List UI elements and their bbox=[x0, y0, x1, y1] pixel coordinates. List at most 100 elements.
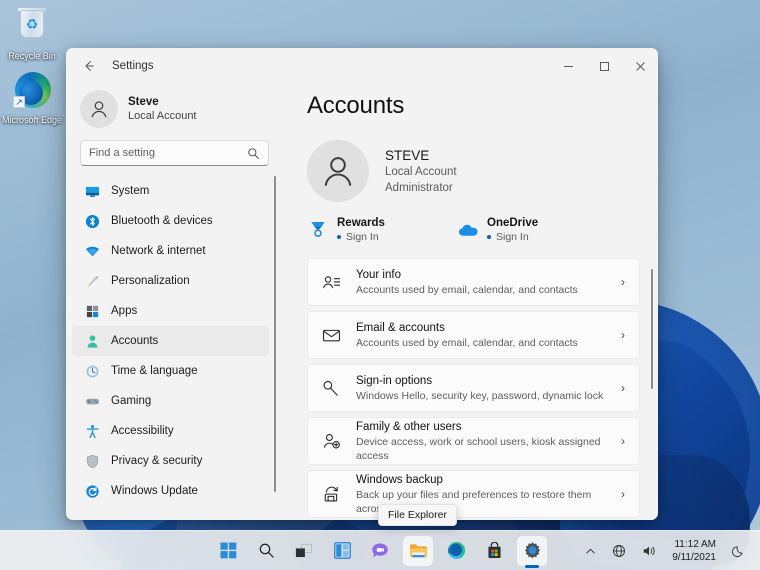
window-body: Steve Local Account Find a setting Syste… bbox=[66, 84, 658, 520]
sidebar-item-accounts[interactable]: Accounts bbox=[72, 326, 269, 356]
moon-icon bbox=[732, 546, 743, 557]
clock-time: 11:12 AM bbox=[674, 539, 716, 550]
chat-button[interactable] bbox=[365, 536, 395, 566]
volume-button[interactable] bbox=[638, 541, 660, 561]
content-scrollbar[interactable] bbox=[651, 269, 653, 389]
arrow-left-icon bbox=[85, 61, 94, 71]
chevron-right-icon: › bbox=[621, 328, 625, 342]
settings-cards: Your info Accounts used by email, calend… bbox=[307, 258, 640, 518]
bluetooth-icon bbox=[84, 213, 100, 229]
accounts-person-icon bbox=[84, 333, 100, 349]
file-explorer-button[interactable] bbox=[403, 535, 433, 566]
edge-icon bbox=[447, 541, 465, 560]
recycle-bin-icon: ♻ bbox=[1, 6, 63, 50]
search-icon bbox=[259, 543, 274, 558]
service-rewards[interactable]: Rewards Sign In bbox=[307, 216, 457, 244]
account-name: STEVE bbox=[385, 147, 430, 163]
service-title: Rewards bbox=[337, 217, 385, 229]
person-icon bbox=[307, 140, 369, 202]
settings-button[interactable] bbox=[517, 535, 547, 566]
card-sign-in-options[interactable]: Sign-in options Windows Hello, security … bbox=[307, 364, 640, 412]
sidebar-item-label: Accounts bbox=[111, 335, 159, 347]
service-action[interactable]: Sign In bbox=[337, 230, 385, 244]
search-container bbox=[72, 138, 279, 176]
widgets-button[interactable] bbox=[327, 536, 357, 566]
desktop-icon-label: Microsoft Edge bbox=[1, 115, 63, 125]
store-button[interactable] bbox=[479, 536, 509, 566]
search-button[interactable] bbox=[251, 536, 281, 566]
start-button[interactable] bbox=[213, 536, 243, 566]
sidebar-item-accessibility[interactable]: Accessibility bbox=[72, 416, 269, 446]
envelope-icon bbox=[320, 324, 342, 346]
sidebar-item-network-internet[interactable]: Network & internet bbox=[72, 236, 269, 266]
sidebar-item-gaming[interactable]: Gaming bbox=[72, 386, 269, 416]
avatar[interactable] bbox=[307, 140, 369, 202]
speaker-icon bbox=[644, 546, 655, 556]
onedrive-cloud-icon bbox=[457, 218, 479, 240]
family-users-icon bbox=[320, 430, 342, 452]
edge-button[interactable] bbox=[441, 536, 471, 566]
maximize-icon bbox=[599, 61, 609, 71]
maximize-button[interactable] bbox=[586, 48, 622, 84]
shield-icon bbox=[84, 453, 100, 469]
search-icon[interactable] bbox=[247, 147, 260, 160]
desktop-icon-microsoft-edge[interactable]: ↗ Microsoft Edge bbox=[1, 70, 63, 126]
search-input[interactable] bbox=[89, 147, 247, 159]
close-button[interactable] bbox=[622, 48, 658, 84]
sidebar-item-time-language[interactable]: Time & language bbox=[72, 356, 269, 386]
settings-window: Settings Steve Local Account Find a sett… bbox=[66, 48, 658, 520]
sidebar-item-label: Personalization bbox=[111, 275, 190, 287]
card-subtitle: Windows Hello, security key, password, d… bbox=[356, 389, 604, 402]
chevron-right-icon: › bbox=[621, 487, 625, 501]
sidebar-nav: System Bluetooth & devices Network & int… bbox=[72, 176, 279, 520]
sidebar-item-label: Windows Update bbox=[111, 485, 198, 497]
card-email-accounts[interactable]: Email & accounts Accounts used by email,… bbox=[307, 311, 640, 359]
sidebar-item-label: Time & language bbox=[111, 365, 198, 377]
card-title: Family & other users bbox=[356, 420, 462, 433]
sidebar-item-bluetooth-devices[interactable]: Bluetooth & devices bbox=[72, 206, 269, 236]
chevron-right-icon: › bbox=[621, 381, 625, 395]
paintbrush-icon bbox=[84, 273, 100, 289]
sidebar-item-personalization[interactable]: Personalization bbox=[72, 266, 269, 296]
chevron-right-icon: › bbox=[621, 434, 625, 448]
card-family-other-users[interactable]: Family & other users Device access, work… bbox=[307, 417, 640, 465]
clock[interactable]: 11:12 AM 9/11/2021 bbox=[668, 536, 720, 566]
main-content: Accounts STEVE Local Account Administrat… bbox=[279, 84, 658, 520]
task-view-button[interactable] bbox=[289, 536, 319, 566]
clock-date: 9/11/2021 bbox=[672, 552, 716, 563]
profile-account-type: Local Account bbox=[128, 110, 197, 122]
widgets-icon bbox=[333, 542, 351, 559]
notifications-button[interactable] bbox=[728, 541, 750, 561]
sidebar-scrollbar[interactable] bbox=[274, 176, 276, 492]
back-button[interactable] bbox=[74, 53, 104, 79]
folder-icon bbox=[409, 544, 427, 558]
card-subtitle: Accounts used by email, calendar, and co… bbox=[356, 336, 578, 349]
sidebar-profile[interactable]: Steve Local Account bbox=[72, 84, 279, 138]
store-icon bbox=[487, 542, 501, 558]
service-action[interactable]: Sign In bbox=[487, 230, 538, 244]
card-title: Sign-in options bbox=[356, 374, 433, 387]
service-onedrive[interactable]: OneDrive Sign In bbox=[457, 216, 607, 244]
status-dot bbox=[337, 235, 341, 239]
search-box[interactable] bbox=[80, 140, 269, 166]
window-controls bbox=[550, 48, 658, 84]
desktop: ♻ Recycle Bin ↗ Microsoft Edge Settings bbox=[0, 0, 760, 570]
sidebar-item-windows-update[interactable]: Windows Update bbox=[72, 476, 269, 506]
sidebar-item-label: Bluetooth & devices bbox=[111, 215, 213, 227]
card-subtitle: Accounts used by email, calendar, and co… bbox=[356, 283, 578, 296]
your-info-icon bbox=[320, 271, 342, 293]
sidebar-item-system[interactable]: System bbox=[72, 176, 269, 206]
minimize-button[interactable] bbox=[550, 48, 586, 84]
network-button[interactable] bbox=[608, 541, 630, 561]
desktop-icon-recycle-bin[interactable]: ♻ Recycle Bin bbox=[1, 6, 63, 62]
apps-icon bbox=[84, 303, 100, 319]
card-windows-backup[interactable]: Windows backup Back up your files and pr… bbox=[307, 470, 640, 518]
card-title: Email & accounts bbox=[356, 321, 445, 334]
card-your-info[interactable]: Your info Accounts used by email, calend… bbox=[307, 258, 640, 306]
desktop-icon-label: Recycle Bin bbox=[8, 51, 56, 61]
sidebar-item-privacy-security[interactable]: Privacy & security bbox=[72, 446, 269, 476]
network-globe-icon bbox=[613, 545, 626, 557]
sidebar-item-apps[interactable]: Apps bbox=[72, 296, 269, 326]
tray-expand-button[interactable] bbox=[581, 543, 600, 560]
edge-icon: ↗ bbox=[1, 70, 63, 114]
